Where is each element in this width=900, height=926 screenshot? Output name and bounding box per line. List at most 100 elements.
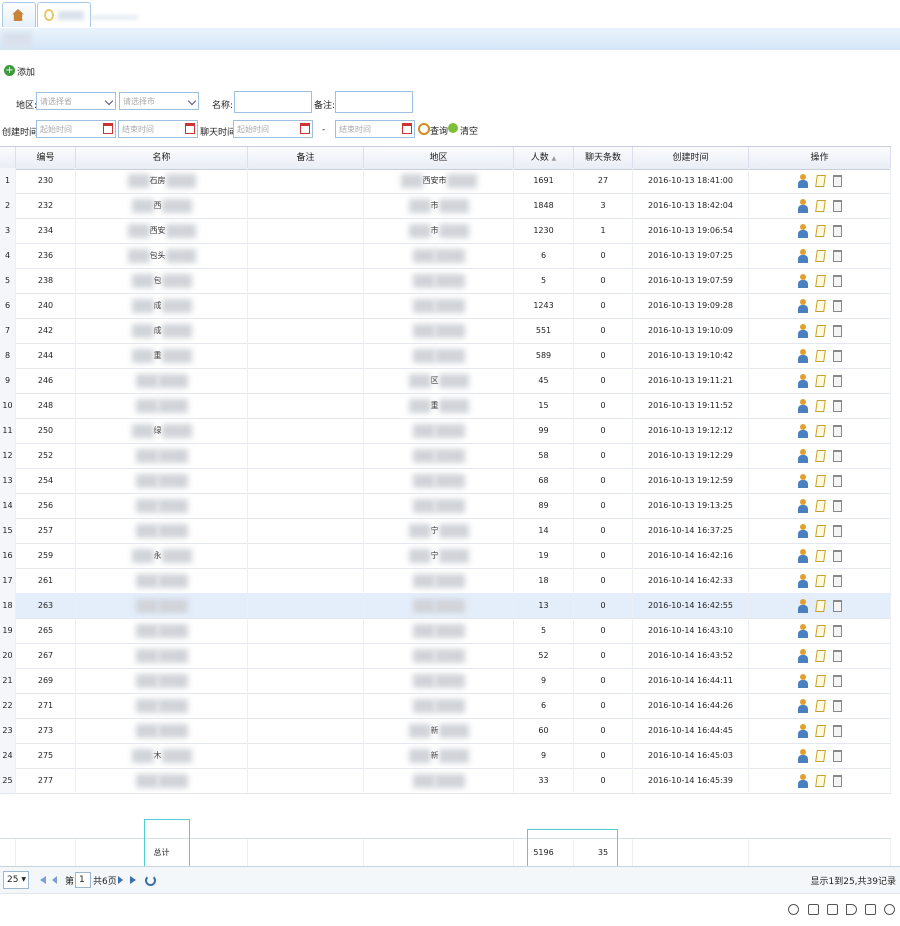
trash-icon[interactable] [832, 199, 842, 212]
user-icon[interactable] [797, 248, 808, 263]
table-row[interactable]: 11 250 绿 99 0 2016-10-13 19:12:12 [0, 418, 891, 444]
user-icon[interactable] [797, 673, 808, 688]
table-row[interactable]: 10 248 重 15 0 2016-10-13 19:11:52 [0, 393, 891, 419]
edit-icon[interactable] [814, 299, 826, 312]
created-end-input[interactable]: 结束时间 [118, 120, 198, 138]
user-icon[interactable] [797, 223, 808, 238]
header-remark[interactable]: 备注 [248, 147, 364, 169]
calendar-icon[interactable] [300, 123, 310, 134]
table-row[interactable]: 5 238 包 5 0 2016-10-13 19:07:59 [0, 268, 891, 294]
header-id[interactable]: 编号 [16, 147, 76, 169]
trash-icon[interactable] [832, 674, 842, 687]
table-row[interactable]: 23 273 新 60 0 2016-10-14 16:44:45 [0, 718, 891, 744]
trash-icon[interactable] [827, 904, 838, 915]
edit-icon[interactable] [814, 224, 826, 237]
created-start-input[interactable]: 起始时间 [36, 120, 116, 138]
trash-icon[interactable] [832, 699, 842, 712]
header-region[interactable]: 地区 [364, 147, 514, 169]
edit-icon[interactable] [814, 499, 826, 512]
table-row[interactable]: 24 275 木 新 9 0 2016-10-14 16:45:03 [0, 743, 891, 769]
table-row[interactable]: 2 232 西 市 1848 3 2016-10-13 18:42:04 [0, 193, 891, 219]
user-icon[interactable] [797, 298, 808, 313]
edit-icon[interactable] [814, 399, 826, 412]
trash-icon[interactable] [832, 624, 842, 637]
header-name[interactable]: 名称 [76, 147, 248, 169]
user-icon[interactable] [797, 273, 808, 288]
province-select[interactable]: 请选择省 [36, 92, 116, 110]
chat-start-input[interactable]: 起始时间 [233, 120, 313, 138]
table-row[interactable]: 7 242 成 551 0 2016-10-13 19:10:09 [0, 318, 891, 344]
header-chats[interactable]: 聊天条数 [574, 147, 633, 169]
edit-icon[interactable] [814, 274, 826, 287]
user-icon[interactable] [797, 348, 808, 363]
first-page-icon[interactable] [40, 876, 46, 884]
name-input[interactable] [234, 91, 312, 113]
edit-icon[interactable] [814, 749, 826, 762]
trash-icon[interactable] [832, 649, 842, 662]
user-icon[interactable] [797, 423, 808, 438]
user-icon[interactable] [797, 723, 808, 738]
page-size-select[interactable]: 25 ▼ [3, 871, 29, 889]
user-icon[interactable] [797, 198, 808, 213]
pin-icon[interactable] [788, 904, 799, 915]
table-row[interactable]: 1 230 石房 西安市 1691 27 2016-10-13 18:41:00 [0, 168, 891, 194]
trash-icon[interactable] [832, 249, 842, 262]
trash-icon[interactable] [832, 749, 842, 762]
trash-icon[interactable] [832, 549, 842, 562]
city-select[interactable]: 请选择市 [119, 92, 199, 110]
user-icon[interactable] [797, 773, 808, 788]
user-icon[interactable] [797, 373, 808, 388]
trash-icon[interactable] [832, 499, 842, 512]
table-row[interactable]: 21 269 9 0 2016-10-14 16:44:11 [0, 668, 891, 694]
window-icon[interactable] [865, 904, 876, 915]
table-row[interactable]: 12 252 58 0 2016-10-13 19:12:29 [0, 443, 891, 469]
edit-icon[interactable] [814, 174, 826, 187]
edit-icon[interactable] [814, 599, 826, 612]
trash-icon[interactable] [832, 299, 842, 312]
edit-icon[interactable] [814, 574, 826, 587]
trash-icon[interactable] [832, 349, 842, 362]
edit-icon[interactable] [814, 449, 826, 462]
trash-icon[interactable] [832, 324, 842, 337]
trash-icon[interactable] [832, 724, 842, 737]
calendar-icon[interactable] [185, 123, 195, 134]
header-count[interactable]: 人数 ▲ [514, 147, 574, 169]
table-row[interactable]: 8 244 重 589 0 2016-10-13 19:10:42 [0, 343, 891, 369]
user-icon[interactable] [797, 323, 808, 338]
edit-icon[interactable] [814, 324, 826, 337]
trash-icon[interactable] [832, 174, 842, 187]
edit-icon[interactable] [814, 474, 826, 487]
calendar-icon[interactable] [103, 123, 113, 134]
user-icon[interactable] [797, 398, 808, 413]
user-icon[interactable] [797, 523, 808, 538]
trash-icon[interactable] [832, 424, 842, 437]
copy-icon[interactable] [808, 904, 819, 915]
edit-icon[interactable] [814, 199, 826, 212]
trash-icon[interactable] [832, 524, 842, 537]
table-row[interactable]: 15 257 宁 14 0 2016-10-14 16:37:25 [0, 518, 891, 544]
table-row[interactable]: 17 261 18 0 2016-10-14 16:42:33 [0, 568, 891, 594]
edit-icon[interactable] [814, 524, 826, 537]
trash-icon[interactable] [832, 224, 842, 237]
header-created[interactable]: 创建时间 [633, 147, 749, 169]
edit-icon[interactable] [814, 624, 826, 637]
table-row[interactable]: 4 236 包头 6 0 2016-10-13 19:07:25 [0, 243, 891, 269]
table-row[interactable]: 16 259 永 宁 19 0 2016-10-14 16:42:16 [0, 543, 891, 569]
last-page-icon[interactable] [130, 876, 136, 884]
user-icon[interactable] [797, 448, 808, 463]
search-icon[interactable] [884, 904, 895, 915]
chat-end-input[interactable]: 结束时间 [335, 120, 415, 138]
trash-icon[interactable] [832, 374, 842, 387]
trash-icon[interactable] [832, 599, 842, 612]
table-row[interactable]: 25 277 33 0 2016-10-14 16:45:39 [0, 768, 891, 794]
page-number-input[interactable]: 1 [75, 872, 91, 888]
edit-icon[interactable] [814, 724, 826, 737]
user-icon[interactable] [797, 573, 808, 588]
edit-icon[interactable] [814, 349, 826, 362]
table-row[interactable]: 13 254 68 0 2016-10-13 19:12:59 [0, 468, 891, 494]
trash-icon[interactable] [832, 399, 842, 412]
table-row[interactable]: 18 263 13 0 2016-10-14 16:42:55 [0, 593, 891, 619]
prev-page-icon[interactable] [52, 876, 57, 884]
user-icon[interactable] [797, 548, 808, 563]
user-icon[interactable] [797, 598, 808, 613]
